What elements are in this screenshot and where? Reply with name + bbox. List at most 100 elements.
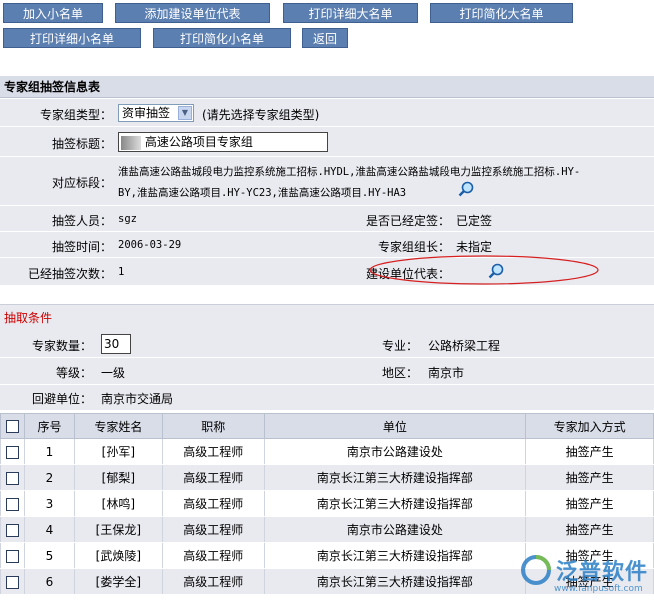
sections-line1: 淮盐高速公路盐城段电力监控系统施工招标.HYDL,淮盐高速公路盐城段电力监控系统… — [118, 166, 581, 178]
toolbar: 加入小名单 添加建设单位代表 打印详细大名单 打印简化大名单 打印详细小名单 打… — [0, 0, 654, 52]
cell-no: 5 — [23, 542, 75, 569]
drawer-value: sgz — [118, 213, 137, 225]
cell-title: 高级工程师 — [161, 516, 265, 543]
print-detail-big-button[interactable]: 打印详细大名单 — [283, 3, 418, 23]
cell-title: 高级工程师 — [161, 490, 265, 517]
table-header-row: 序号 专家姓名 职称 单位 专家加入方式 — [0, 413, 654, 439]
cell-title: 高级工程师 — [161, 542, 265, 569]
avoid-value: 南京市交通局 — [101, 392, 174, 406]
watermark-logo: 泛普软件 www.fanpusoft.com — [520, 552, 654, 600]
row-checkbox[interactable] — [5, 471, 19, 485]
header-method: 专家加入方式 — [525, 413, 654, 439]
cell-unit: 南京长江第三大桥建设指挥部 — [263, 568, 527, 595]
cell-title: 高级工程师 — [161, 464, 265, 491]
conditions-header: 抽取条件 — [0, 304, 654, 329]
grade-value: 一级 — [101, 366, 126, 380]
table-row[interactable]: 3 [林鸣] 高级工程师 南京长江第三大桥建设指挥部 抽签产生 — [0, 490, 654, 517]
search-icon[interactable] — [458, 181, 474, 197]
confirmed-label: 是否已经定签： — [365, 214, 450, 228]
row-checkbox[interactable] — [5, 445, 19, 459]
major-label: 专业： — [381, 339, 418, 353]
qty-label: 专家数量： — [31, 339, 92, 353]
cell-no: 1 — [23, 438, 75, 465]
row-draw-title: 抽签标题： 高速公路项目专家组 — [0, 127, 654, 157]
cell-name: [林鸣] — [73, 490, 163, 517]
table-row[interactable]: 4 [王保龙] 高级工程师 南京市公路建设处 抽签产生 — [0, 516, 654, 543]
cell-method: 抽签产生 — [525, 464, 654, 491]
date-value: 2006-03-29 — [118, 239, 182, 251]
cell-unit: 南京长江第三大桥建设指挥部 — [263, 464, 527, 491]
region-value: 南京市 — [428, 366, 465, 380]
cell-unit: 南京长江第三大桥建设指挥部 — [263, 490, 527, 517]
row-sections: 对应标段： 淮盐高速公路盐城段电力监控系统施工招标.HYDL,淮盐高速公路盐城段… — [0, 157, 654, 206]
cell-method: 抽签产生 — [525, 490, 654, 517]
avoid-label: 回避单位： — [31, 392, 92, 406]
table-row[interactable]: 2 [郁梨] 高级工程师 南京长江第三大桥建设指挥部 抽签产生 — [0, 464, 654, 491]
cell-no: 3 — [23, 490, 75, 517]
thumbnail — [121, 135, 141, 150]
section-title: 专家组抽签信息表 — [0, 76, 654, 98]
sections-line2: BY,淮盐高速公路项目.HY-YC23,淮盐高速公路项目.HY-HA3 — [118, 187, 407, 199]
add-member-button[interactable]: 加入小名单 — [3, 3, 103, 23]
chevron-down-icon: ▼ — [178, 106, 192, 120]
table-row[interactable]: 1 [孙军] 高级工程师 南京市公路建设处 抽签产生 — [0, 438, 654, 465]
group-type-label: 专家组类型： — [39, 108, 112, 122]
date-label: 抽签时间： — [51, 240, 112, 254]
group-type-hint: (请先选择专家组类型) — [202, 108, 320, 122]
brand-name: 泛普软件 — [556, 560, 649, 585]
cell-name: [武焕陵] — [73, 542, 163, 569]
row-avoid: 回避单位： 南京市交通局 — [0, 385, 654, 411]
header-name: 专家姓名 — [73, 413, 163, 439]
row-checkbox[interactable] — [5, 575, 19, 589]
group-type-value: 资审抽签 — [122, 106, 171, 120]
brand-url: www.fanpusoft.com — [554, 584, 643, 594]
major-value: 公路桥梁工程 — [428, 339, 501, 353]
draw-title-value: 高速公路项目专家组 — [144, 135, 253, 149]
header-no: 序号 — [23, 413, 75, 439]
print-detail-small-button[interactable]: 打印详细小名单 — [3, 28, 141, 48]
count-label: 已经抽签次数： — [27, 267, 112, 281]
back-button[interactable]: 返回 — [302, 28, 348, 48]
drawer-label: 抽签人员： — [51, 214, 112, 228]
cell-name: [郁梨] — [73, 464, 163, 491]
cell-name: [孙军] — [73, 438, 163, 465]
cell-method: 抽签产生 — [525, 438, 654, 465]
cell-unit: 南京长江第三大桥建设指挥部 — [263, 542, 527, 569]
cell-title: 高级工程师 — [161, 438, 265, 465]
draw-title-input[interactable]: 高速公路项目专家组 — [118, 132, 328, 152]
grade-label: 等级： — [55, 366, 92, 380]
print-simple-small-button[interactable]: 打印简化小名单 — [153, 28, 291, 48]
region-label: 地区： — [381, 366, 418, 380]
header-title: 职称 — [161, 413, 265, 439]
cell-name: [王保龙] — [73, 516, 163, 543]
select-all-cell — [0, 413, 25, 439]
sections-label: 对应标段： — [51, 176, 112, 190]
cell-unit: 南京市公路建设处 — [263, 438, 527, 465]
cell-title: 高级工程师 — [161, 568, 265, 595]
print-simple-big-button[interactable]: 打印简化大名单 — [430, 3, 573, 23]
count-value: 1 — [118, 266, 125, 278]
row-group-type: 专家组类型： 资审抽签 ▼ (请先选择专家组类型) — [0, 99, 654, 127]
cell-no: 4 — [23, 516, 75, 543]
row-checkbox[interactable] — [5, 549, 19, 563]
row-drawer: 抽签人员： sgz 是否已经定签： 已定签 — [0, 206, 654, 232]
cell-name: [娄学全] — [73, 568, 163, 595]
row-checkbox[interactable] — [5, 497, 19, 511]
conditions-title: 抽取条件 — [4, 311, 53, 325]
draw-title-label: 抽签标题： — [51, 137, 112, 151]
add-rep-button[interactable]: 添加建设单位代表 — [115, 3, 270, 23]
group-type-select[interactable]: 资审抽签 ▼ — [118, 104, 194, 122]
cell-no: 6 — [23, 568, 75, 595]
cell-no: 2 — [23, 464, 75, 491]
cell-unit: 南京市公路建设处 — [263, 516, 527, 543]
qty-input[interactable]: 30 — [101, 334, 131, 354]
confirmed-value: 已定签 — [456, 214, 493, 228]
spacer — [0, 286, 654, 304]
row-qty: 专家数量： 30 专业： 公路桥梁工程 — [0, 329, 654, 358]
select-all-checkbox[interactable] — [5, 420, 19, 433]
brand-logo-icon — [521, 555, 551, 585]
highlight-ellipse — [369, 255, 599, 285]
cell-method: 抽签产生 — [525, 516, 654, 543]
row-checkbox[interactable] — [5, 523, 19, 537]
spacer — [0, 60, 654, 76]
